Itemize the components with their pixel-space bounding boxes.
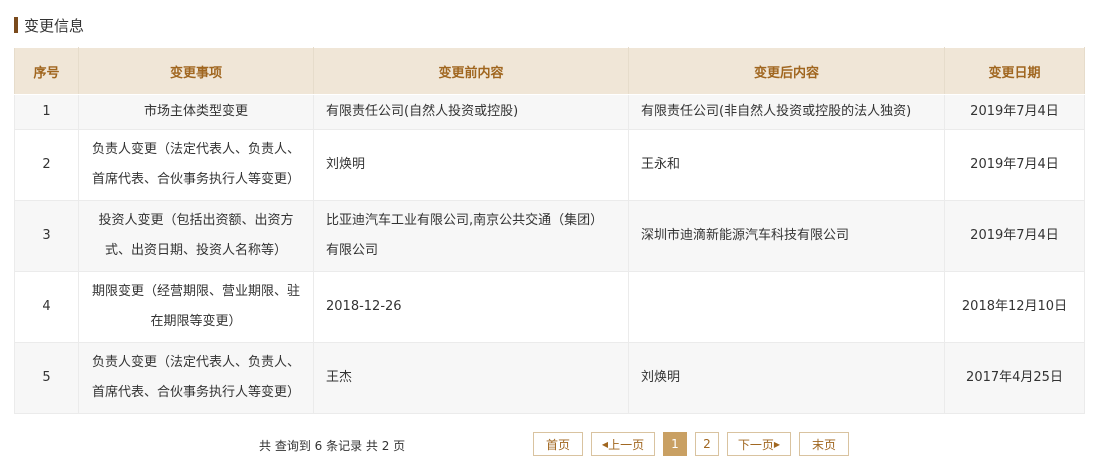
row-before: 有限责任公司(自然人投资或控股)	[313, 94, 629, 130]
section-title: 变更信息	[24, 16, 85, 35]
row-no: 5	[14, 342, 79, 414]
row-after: 有限责任公司(非自然人投资或控股的法人独资)	[628, 94, 945, 130]
header-after: 变更后内容	[628, 47, 945, 95]
row-before: 2018-12-26	[313, 271, 629, 343]
row-no: 4	[14, 271, 79, 343]
next-page-button[interactable]: 下一页 ▶	[727, 432, 791, 456]
row-before: 比亚迪汽车工业有限公司,南京公共交通（集团）有限公司	[313, 200, 629, 272]
table-row: 3 投资人变更（包括出资额、出资方式、出资日期、投资人名称等） 比亚迪汽车工业有…	[14, 200, 1085, 272]
row-no: 1	[14, 94, 79, 130]
header-item: 变更事项	[78, 47, 314, 95]
prev-page-button[interactable]: ◀ 上一页	[591, 432, 655, 456]
header-no: 序号	[14, 47, 79, 95]
row-date: 2018年12月10日	[944, 271, 1085, 343]
table-header-row: 序号 变更事项 变更前内容 变更后内容 变更日期	[14, 47, 1085, 95]
table-row: 5 负责人变更（法定代表人、负责人、首席代表、合伙事务执行人等变更） 王杰 刘焕…	[14, 342, 1085, 414]
row-date: 2017年4月25日	[944, 342, 1085, 414]
row-after	[628, 271, 945, 343]
header-before: 变更前内容	[313, 47, 629, 95]
first-page-button[interactable]: 首页	[533, 432, 583, 456]
last-page-button[interactable]: 末页	[799, 432, 849, 456]
page-2-button[interactable]: 2	[695, 432, 719, 456]
table-row: 1 市场主体类型变更 有限责任公司(自然人投资或控股) 有限责任公司(非自然人投…	[14, 94, 1085, 130]
section-header: 变更信息	[14, 14, 84, 36]
section-title-bar	[14, 17, 18, 33]
row-before: 王杰	[313, 342, 629, 414]
page-1-button[interactable]: 1	[663, 432, 687, 456]
row-item: 负责人变更（法定代表人、负责人、首席代表、合伙事务执行人等变更）	[78, 342, 314, 414]
table-row: 2 负责人变更（法定代表人、负责人、首席代表、合伙事务执行人等变更） 刘焕明 王…	[14, 129, 1085, 201]
row-item: 负责人变更（法定代表人、负责人、首席代表、合伙事务执行人等变更）	[78, 129, 314, 201]
caret-right-icon: ▶	[773, 439, 781, 449]
next-page-label: 下一页	[737, 437, 774, 452]
row-no: 2	[14, 129, 79, 201]
row-no: 3	[14, 200, 79, 272]
pagination-summary: 共 查询到 6 条记录 共 2 页	[259, 439, 406, 453]
pagination: 首页 ◀ 上一页 1 2 下一页 ▶ 末页	[533, 432, 857, 456]
row-date: 2019年7月4日	[944, 200, 1085, 272]
row-item: 投资人变更（包括出资额、出资方式、出资日期、投资人名称等）	[78, 200, 314, 272]
row-before: 刘焕明	[313, 129, 629, 201]
row-date: 2019年7月4日	[944, 94, 1085, 130]
row-after: 刘焕明	[628, 342, 945, 414]
change-info-table: 序号 变更事项 变更前内容 变更后内容 变更日期 1 市场主体类型变更 有限责任…	[14, 47, 1085, 414]
prev-page-label: 上一页	[608, 437, 645, 452]
row-after: 王永和	[628, 129, 945, 201]
row-item: 期限变更（经营期限、营业期限、驻在期限等变更）	[78, 271, 314, 343]
table-row: 4 期限变更（经营期限、营业期限、驻在期限等变更） 2018-12-26 201…	[14, 271, 1085, 343]
row-date: 2019年7月4日	[944, 129, 1085, 201]
row-after: 深圳市迪滴新能源汽车科技有限公司	[628, 200, 945, 272]
row-item: 市场主体类型变更	[78, 94, 314, 130]
header-date: 变更日期	[944, 47, 1085, 95]
